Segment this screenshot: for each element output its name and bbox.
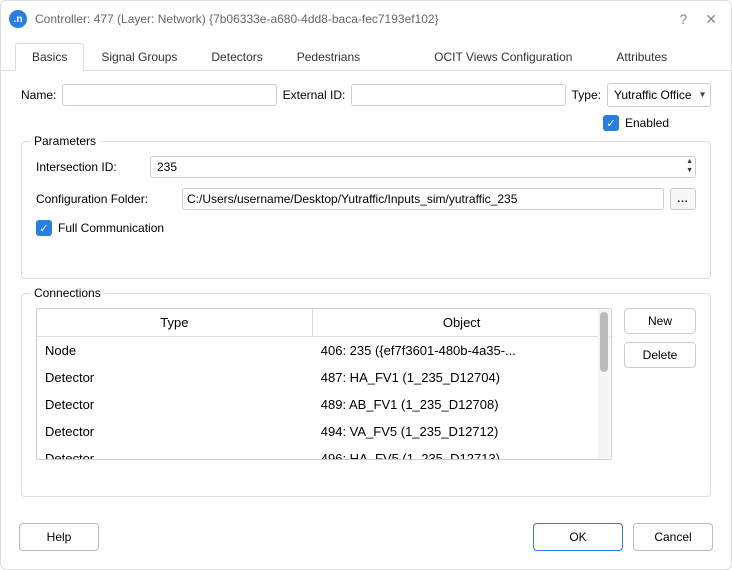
tab-content-basics: Name: External ID: Type: Yutraffic Offic… [1,71,731,511]
tab-detectors[interactable]: Detectors [194,43,279,70]
table-row[interactable]: Detector 489: AB_FV1 (1_235_D12708) [37,391,611,418]
scrollbar-thumb[interactable] [600,312,608,372]
intersection-id-label: Intersection ID: [36,160,144,174]
column-header-object[interactable]: Object [312,309,610,337]
tab-attributes[interactable]: Attributes [599,43,684,70]
help-icon[interactable]: ? [679,11,687,28]
name-input[interactable] [62,84,276,106]
new-button[interactable]: New [624,308,696,334]
full-communication-checkbox-wrap[interactable]: ✓ Full Communication [36,220,164,236]
cell-type: Detector [37,418,312,445]
cell-object: 496: HA_FV5 (1_235_D12713) [312,445,610,459]
spinner-down-icon[interactable]: ▼ [686,166,693,175]
tab-pedestrians[interactable]: Pedestrians [280,43,377,70]
tab-basics[interactable]: Basics [15,43,84,71]
tab-ocit-views[interactable]: OCIT Views Configuration [417,43,589,70]
parameters-fieldset: Parameters Intersection ID: ▲ ▼ Configur… [21,141,711,279]
cell-type: Node [37,337,312,365]
connections-side-buttons: New Delete [624,308,696,484]
full-communication-label: Full Communication [58,221,164,235]
cell-object: 487: HA_FV1 (1_235_D12704) [312,364,610,391]
external-id-label: External ID: [283,88,346,102]
table-header-row: Type Object [37,309,611,337]
ok-button[interactable]: OK [533,523,623,551]
full-communication-checkbox[interactable]: ✓ [36,220,52,236]
connections-table[interactable]: Type Object Node 406: 235 ({ef7f3601-480… [37,309,611,459]
parameters-legend: Parameters [30,134,100,148]
titlebar-buttons: ? ✕ [679,11,723,28]
cell-object: 489: AB_FV1 (1_235_D12708) [312,391,610,418]
window-title: Controller: 477 (Layer: Network) {7b0633… [35,12,671,26]
browse-button[interactable]: ... [670,188,696,210]
titlebar: .n Controller: 477 (Layer: Network) {7b0… [1,1,731,37]
cell-type: Detector [37,391,312,418]
spinner-up-icon[interactable]: ▲ [686,157,693,166]
enabled-row: ✓ Enabled [21,115,711,131]
table-row[interactable]: Detector 487: HA_FV1 (1_235_D12704) [37,364,611,391]
external-id-input[interactable] [351,84,565,106]
help-button[interactable]: Help [19,523,99,551]
table-row[interactable]: Detector 496: HA_FV5 (1_235_D12713) [37,445,611,459]
config-folder-label: Configuration Folder: [36,192,176,206]
delete-button[interactable]: Delete [624,342,696,368]
table-row[interactable]: Node 406: 235 ({ef7f3601-480b-4a35-... [37,337,611,365]
tab-signal-groups[interactable]: Signal Groups [84,43,194,70]
enabled-checkbox[interactable]: ✓ [603,115,619,131]
cell-type: Detector [37,364,312,391]
dialog-window: .n Controller: 477 (Layer: Network) {7b0… [0,0,732,570]
enabled-checkbox-wrap[interactable]: ✓ Enabled [603,115,669,131]
close-icon[interactable]: ✕ [705,11,717,28]
cancel-button[interactable]: Cancel [633,523,713,551]
name-label: Name: [21,88,56,102]
connections-fieldset: Connections Type Object [21,293,711,497]
table-scrollbar[interactable] [598,310,610,458]
cell-type: Detector [37,445,312,459]
enabled-label: Enabled [625,116,669,130]
spinner-arrows[interactable]: ▲ ▼ [686,157,693,175]
app-icon: .n [9,10,27,28]
dialog-footer: Help OK Cancel [1,511,731,569]
config-folder-input[interactable] [182,188,664,210]
intersection-id-input[interactable] [150,156,696,178]
table-row[interactable]: Detector 494: VA_FV5 (1_235_D12712) [37,418,611,445]
type-label: Type: [572,88,601,102]
connections-table-wrap: Type Object Node 406: 235 ({ef7f3601-480… [36,308,612,460]
connections-legend: Connections [30,286,105,300]
cell-object: 494: VA_FV5 (1_235_D12712) [312,418,610,445]
tab-bar: Basics Signal Groups Detectors Pedestria… [1,43,731,71]
name-row: Name: External ID: Type: Yutraffic Offic… [21,83,711,107]
column-header-type[interactable]: Type [37,309,312,337]
cell-object: 406: 235 ({ef7f3601-480b-4a35-... [312,337,610,365]
type-select[interactable]: Yutraffic Office [607,83,711,107]
